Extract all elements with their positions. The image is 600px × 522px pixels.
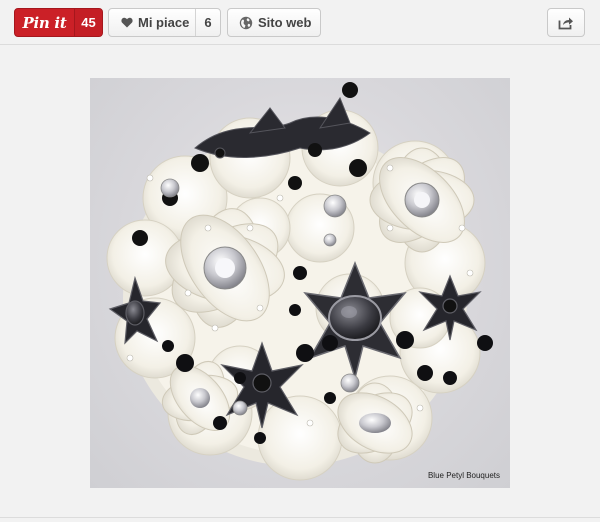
website-button[interactable]: Sito web <box>227 8 321 37</box>
divider <box>0 517 600 518</box>
globe-icon <box>239 16 253 30</box>
bouquet-illustration <box>106 82 493 481</box>
pin-it-button[interactable]: Pin it 45 <box>14 8 103 37</box>
photo-credit: Blue Petyl Bouquets <box>427 471 500 480</box>
like-count: 6 <box>195 9 220 36</box>
pin-it-label: Pin it <box>22 13 67 32</box>
share-button[interactable] <box>547 8 585 37</box>
like-main[interactable]: Mi piace <box>109 9 195 36</box>
share-icon <box>558 16 574 30</box>
website-label: Sito web <box>258 15 312 30</box>
pin-image[interactable]: Blue Petyl Bouquets <box>90 78 510 488</box>
pin-count: 45 <box>74 9 102 36</box>
heart-icon <box>121 17 133 28</box>
like-button[interactable]: Mi piace 6 <box>108 8 221 37</box>
like-label: Mi piace <box>138 15 190 30</box>
action-toolbar: Pin it 45 Mi piace 6 Sito web <box>0 0 600 45</box>
